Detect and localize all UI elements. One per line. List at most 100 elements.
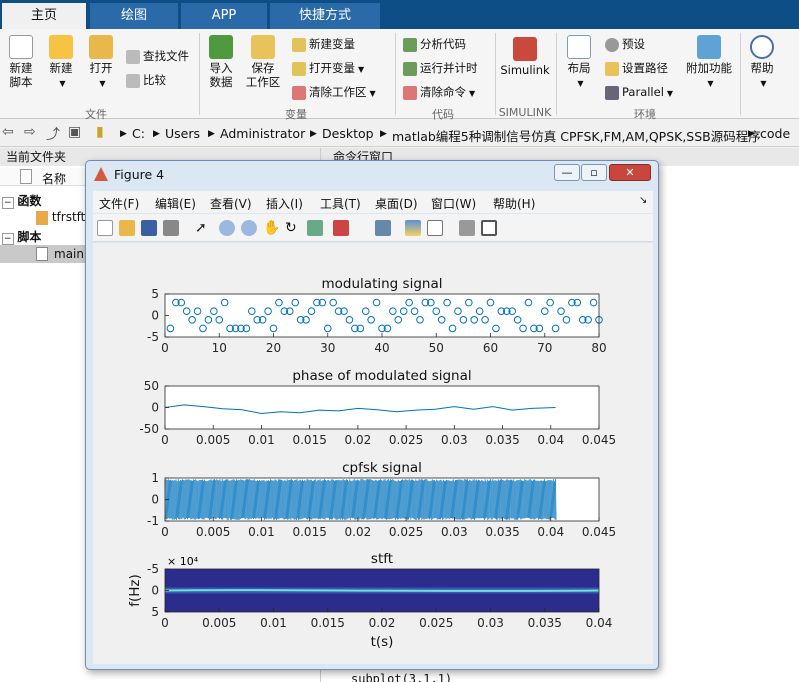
clear-commands-icon — [403, 85, 417, 100]
x-tick-label: 0 — [161, 616, 169, 630]
rotate-icon[interactable]: ↻ — [285, 220, 301, 236]
x-tick-label: 0.015 — [292, 433, 326, 447]
plots-svg[interactable]: 0 10 20 30 40 50 60 70 8050-5modulating signal0 0… — [93, 243, 653, 664]
data-cursor-icon[interactable] — [307, 220, 323, 236]
x-tick-label: 0 — [161, 525, 169, 539]
group-scripts[interactable]: − 脚本 — [2, 228, 41, 245]
folder-icon: ▮ — [96, 124, 104, 140]
pan-hand-icon[interactable]: ✋ — [263, 220, 280, 236]
layout-icon — [567, 35, 591, 59]
group-separator — [199, 33, 200, 115]
print-icon[interactable] — [163, 220, 179, 236]
new-figure-icon[interactable] — [97, 220, 113, 236]
x-tick-label: 0.04 — [537, 433, 564, 447]
addons-button[interactable]: 附加功能 ▼ — [686, 35, 732, 91]
breadcrumb-item[interactable]: code — [760, 126, 790, 141]
breadcrumb-separator-icon: ▶ — [748, 129, 755, 139]
analyze-code-icon — [403, 37, 417, 52]
save-workspace-button[interactable]: 保存 工作区 — [243, 35, 283, 89]
compare-button[interactable]: 比较 — [126, 71, 166, 89]
tab-shortcuts[interactable]: 快捷方式 — [270, 3, 380, 29]
up-folder-icon[interactable]: ⤴ — [46, 124, 60, 144]
link-plot-icon[interactable] — [375, 220, 391, 236]
run-and-time-button[interactable]: 运行并计时 — [403, 59, 478, 77]
simulink-button[interactable]: Simulink — [499, 37, 551, 77]
tab-apps[interactable]: APP — [181, 3, 267, 29]
breadcrumb-item[interactable]: Administrator — [220, 126, 305, 141]
ribbon-tab-bar: 主页 绘图 APP 快捷方式 — [0, 0, 799, 29]
zoom-out-icon[interactable] — [241, 220, 257, 236]
preferences-button[interactable]: 预设 — [605, 35, 645, 53]
figure-window[interactable]: Figure 4 — ▫ ✕ 文件(F) 编辑(E) 查看(V) 插入(I) 工… — [85, 160, 659, 670]
breadcrumb-item[interactable]: Desktop — [322, 126, 374, 141]
x-tick-label: 0 — [161, 433, 169, 447]
open-variable-button[interactable]: 打开变量 ▼ — [292, 59, 364, 77]
simulink-icon — [513, 37, 537, 61]
new-variable-button[interactable]: 新建变量 — [292, 35, 355, 53]
menu-edit[interactable]: 编辑(E) — [155, 195, 196, 212]
layout-button[interactable]: 布局 ▼ — [562, 35, 596, 91]
colorbar-icon[interactable] — [405, 220, 421, 236]
menu-insert[interactable]: 插入(I) — [266, 195, 303, 212]
brush-icon[interactable] — [333, 220, 349, 236]
new-button[interactable]: 新建 ▼ — [44, 35, 78, 91]
x-tick-label: 0.02 — [369, 616, 396, 630]
close-button[interactable]: ✕ — [609, 164, 651, 181]
breadcrumb-item[interactable]: matlab编程5种调制信号仿真 CPFSK,FM,AM,QPSK,SSB源码程… — [392, 126, 761, 145]
new-script-button[interactable]: 新建 脚本 — [4, 35, 38, 89]
pointer-icon[interactable]: ➚ — [195, 220, 211, 236]
x-tick-label: 30 — [320, 341, 335, 355]
x-tick-label: 0.04 — [537, 525, 564, 539]
x-tick-label: 0.01 — [248, 525, 275, 539]
gear-icon — [605, 37, 619, 52]
figure-canvas[interactable]: 0 10 20 30 40 50 60 70 80 5 0 -5 modulating signal 0 0… — [93, 243, 653, 664]
open-button[interactable]: 打开 ▼ — [84, 35, 118, 91]
back-arrow-icon[interactable]: ⇦ — [2, 124, 14, 140]
maximize-button[interactable]: ▫ — [581, 164, 607, 181]
x-tick-label: 70 — [537, 341, 552, 355]
column-name[interactable]: 名称 — [42, 170, 66, 187]
legend-icon[interactable] — [427, 220, 443, 236]
group-label-simulink: SIMULINK — [498, 106, 552, 119]
menu-view[interactable]: 查看(V) — [210, 195, 252, 212]
x-tick-label: 80 — [591, 341, 606, 355]
minimize-button[interactable]: — — [554, 164, 580, 181]
find-files-button[interactable]: 查找文件 — [126, 47, 189, 65]
dock-arrow-icon[interactable]: ↘ — [639, 195, 647, 206]
breadcrumb-item[interactable]: Users — [165, 126, 200, 141]
y-tick-label: 1 — [151, 471, 159, 485]
x-tick-label: 60 — [483, 341, 498, 355]
y-tick-label: -5 — [147, 562, 159, 576]
show-plot-tools-icon[interactable] — [481, 220, 497, 236]
set-path-button[interactable]: 设置路径 — [605, 59, 668, 77]
tab-plots[interactable]: 绘图 — [90, 3, 178, 29]
list-item[interactable]: tfrstft — [36, 210, 85, 225]
zoom-in-icon[interactable] — [219, 220, 235, 236]
menu-desktop[interactable]: 桌面(D) — [375, 195, 418, 212]
clear-commands-button[interactable]: 清除命令 ▼ — [403, 83, 475, 101]
open-file-icon[interactable] — [119, 220, 135, 236]
list-item-selected[interactable]: main — [0, 245, 86, 263]
group-functions[interactable]: − 函数 — [2, 192, 41, 209]
save-icon[interactable] — [141, 220, 157, 236]
x-tick-label: 0.035 — [528, 616, 562, 630]
x-tick-label: 0 — [161, 341, 169, 355]
help-button[interactable]: 帮助 ▼ — [746, 35, 778, 91]
parallel-button[interactable]: Parallel ▼ — [605, 83, 673, 101]
clear-workspace-button[interactable]: 清除工作区 ▼ — [292, 83, 376, 101]
menu-file[interactable]: 文件(F) — [99, 195, 139, 212]
tab-home[interactable]: 主页 — [2, 3, 86, 29]
analyze-code-button[interactable]: 分析代码 — [403, 35, 466, 53]
breadcrumb-item[interactable]: C: — [132, 126, 145, 141]
menu-tools[interactable]: 工具(T) — [320, 195, 361, 212]
menu-help[interactable]: 帮助(H) — [493, 195, 535, 212]
figure-toolbar: ➚ ✋ ↻ — [93, 214, 653, 242]
parallel-icon — [605, 85, 619, 100]
forward-arrow-icon[interactable]: ⇨ — [24, 124, 36, 140]
browse-icon[interactable]: ▣ — [68, 124, 81, 140]
exponent-label: × 10⁴ — [167, 555, 199, 568]
hide-plot-tools-icon[interactable] — [459, 220, 475, 236]
import-data-button[interactable]: 导入 数据 — [204, 35, 238, 89]
x-tick-label: 0.005 — [202, 616, 236, 630]
menu-window[interactable]: 窗口(W) — [431, 195, 476, 212]
